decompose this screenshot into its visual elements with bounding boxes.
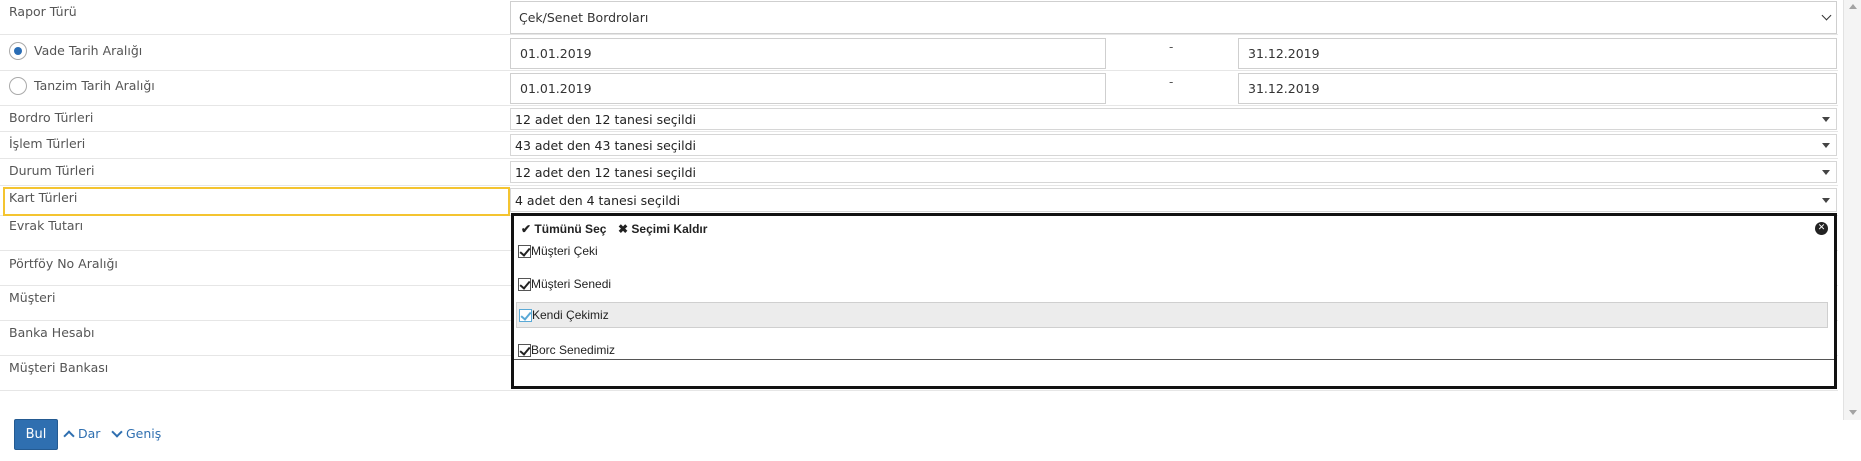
chevron-down-icon: [1821, 10, 1832, 20]
card-types-label: Kart Türleri: [9, 190, 78, 205]
status-types-multiselect[interactable]: 12 adet den 12 tanesi seçildi: [510, 161, 1837, 183]
issue-date-from-input[interactable]: 01.01.2019: [510, 73, 1106, 104]
due-date-to-input[interactable]: 31.12.2019: [1238, 38, 1837, 69]
check-icon: ✔: [521, 222, 532, 236]
checkbox[interactable]: [518, 277, 531, 291]
issue-date-to-value: 31.12.2019: [1248, 81, 1320, 96]
caret-down-icon: [1822, 170, 1830, 175]
row-divider: [0, 105, 1838, 106]
status-types-label: Durum Türleri: [9, 163, 95, 178]
due-date-range-radio[interactable]: [9, 42, 27, 60]
expand-label: Geniş: [126, 426, 162, 441]
row-divider: [0, 131, 1838, 132]
row-divider: [0, 390, 1838, 391]
report-type-label: Rapor Türü: [9, 4, 77, 19]
vertical-scrollbar[interactable]: [1843, 0, 1861, 420]
card-types-value: 4 adet den 4 tanesi seçildi: [515, 192, 681, 208]
chevron-down-icon: [111, 425, 123, 438]
chevron-up-icon: [63, 429, 75, 442]
row-divider: [0, 158, 1838, 159]
transaction-types-label: İşlem Türleri: [9, 136, 86, 151]
row-divider: [0, 70, 1838, 71]
expand-toggle[interactable]: Geniş: [111, 425, 162, 441]
due-date-to-value: 31.12.2019: [1248, 46, 1320, 61]
payroll-types-value: 12 adet den 12 tanesi seçildi: [515, 111, 696, 127]
collapse-label: Dar: [78, 426, 101, 441]
due-date-separator: -: [1169, 40, 1174, 54]
due-date-from-input[interactable]: 01.01.2019: [510, 38, 1106, 69]
list-item[interactable]: Müşteri Senedi: [516, 271, 1828, 297]
transaction-types-value: 43 adet den 43 tanesi seçildi: [515, 137, 696, 153]
x-icon: ✖: [618, 222, 629, 236]
list-item[interactable]: Kendi Çekimiz: [516, 302, 1828, 328]
issue-date-range-radio[interactable]: [9, 77, 27, 95]
payroll-types-label: Bordro Türleri: [9, 110, 94, 125]
customer-label: Müşteri: [9, 290, 56, 305]
payroll-types-multiselect[interactable]: 12 adet den 12 tanesi seçildi: [510, 108, 1837, 130]
clear-selection-label: Seçimi Kaldır: [631, 222, 708, 236]
issue-date-separator: -: [1169, 75, 1174, 89]
scroll-down-icon[interactable]: [1849, 410, 1857, 415]
document-amount-label: Evrak Tutarı: [9, 218, 84, 233]
caret-down-icon: [1822, 143, 1830, 148]
customer-bank-label: Müşteri Bankası: [9, 360, 109, 375]
card-types-dropdown-panel: ✔ Tümünü Seç ✖ Seçimi Kaldır ✕ Müşteri Ç…: [511, 213, 1837, 389]
transaction-types-multiselect[interactable]: 43 adet den 43 tanesi seçildi: [510, 134, 1837, 156]
search-button[interactable]: Bul: [14, 419, 58, 450]
portfolio-range-label: Pörtföy No Aralığı: [9, 256, 118, 271]
report-type-value: Çek/Senet Bordroları: [519, 10, 649, 25]
close-circle-icon[interactable]: ✕: [1815, 222, 1828, 235]
checkbox[interactable]: [519, 308, 532, 322]
clear-selection-button[interactable]: ✖ Seçimi Kaldır: [618, 222, 707, 236]
checkbox[interactable]: [518, 343, 531, 357]
option-label: Kendi Çekimiz: [532, 308, 609, 322]
caret-down-icon: [1822, 198, 1830, 203]
bank-account-label: Banka Hesabı: [9, 325, 95, 340]
scroll-up-icon[interactable]: [1849, 4, 1857, 9]
collapse-toggle[interactable]: Dar: [63, 426, 101, 442]
due-date-range-label: Vade Tarih Aralığı: [34, 43, 143, 58]
select-all-button[interactable]: ✔ Tümünü Seç: [521, 222, 606, 236]
caret-down-icon: [1822, 117, 1830, 122]
select-all-label: Tümünü Seç: [534, 222, 607, 236]
due-date-from-value: 01.01.2019: [520, 46, 592, 61]
report-type-select[interactable]: Çek/Senet Bordroları: [510, 1, 1837, 34]
option-label: Borc Senedimiz: [531, 343, 616, 357]
issue-date-range-label: Tanzim Tarih Aralığı: [34, 78, 155, 93]
list-item[interactable]: Müşteri Çeki: [516, 238, 1828, 264]
status-types-value: 12 adet den 12 tanesi seçildi: [515, 164, 696, 180]
option-label: Müşteri Çeki: [531, 244, 598, 258]
focus-highlight: [3, 187, 510, 216]
row-divider: [0, 185, 1838, 186]
issue-date-to-input[interactable]: 31.12.2019: [1238, 73, 1837, 104]
row-divider: [0, 34, 1838, 35]
issue-date-from-value: 01.01.2019: [520, 81, 592, 96]
panel-divider: [514, 359, 1834, 360]
search-button-label: Bul: [25, 427, 47, 442]
option-label: Müşteri Senedi: [531, 277, 612, 291]
card-types-multiselect[interactable]: 4 adet den 4 tanesi seçildi: [510, 188, 1837, 212]
checkbox[interactable]: [518, 244, 531, 258]
